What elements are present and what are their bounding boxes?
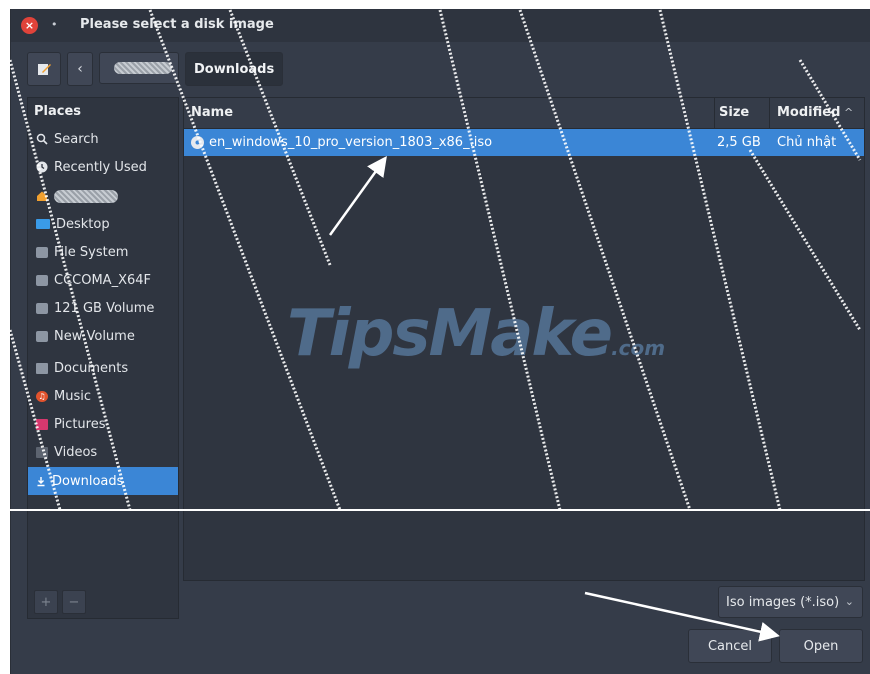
file-size: 2,5 GB bbox=[717, 135, 761, 150]
sidebar-bookmark-controls: + − bbox=[34, 590, 86, 614]
cancel-button[interactable]: Cancel bbox=[688, 629, 772, 663]
sidebar-item-label: 121 GB Volume bbox=[54, 300, 155, 316]
sidebar-item-label: Videos bbox=[54, 444, 98, 460]
file-name: en_windows_10_pro_version_1803_x86_.iso bbox=[209, 135, 493, 150]
sidebar-item-music[interactable]: ♫ Music bbox=[28, 382, 178, 410]
sidebar-item-cccoma[interactable]: CCCOMA_X64F bbox=[28, 266, 178, 294]
path-bar: ‹ Downloads bbox=[27, 52, 284, 86]
sidebar-item-file-system[interactable]: File System bbox=[28, 238, 178, 266]
watermark-text: TipsMake bbox=[287, 297, 613, 371]
drive-icon bbox=[36, 330, 48, 342]
file-type-filter[interactable]: Iso images (*.iso) ⌄ bbox=[718, 586, 863, 618]
open-button[interactable]: Open bbox=[779, 629, 863, 663]
sidebar-item-label: New Volume bbox=[54, 328, 135, 344]
recent-icon bbox=[36, 161, 48, 173]
sidebar-item-search[interactable]: Search bbox=[28, 125, 178, 153]
title-bar: × • Please select a disk image bbox=[11, 9, 870, 42]
pictures-icon bbox=[36, 418, 48, 430]
add-bookmark-button[interactable]: + bbox=[34, 590, 58, 614]
documents-icon bbox=[36, 362, 48, 374]
sidebar-item-label: Documents bbox=[54, 360, 129, 376]
watermark-suffix: .com bbox=[611, 336, 666, 360]
pin-icon[interactable]: • bbox=[51, 18, 58, 31]
sidebar-item-label: CCCOMA_X64F bbox=[54, 272, 151, 288]
places-header: Places bbox=[34, 104, 82, 119]
column-name-header[interactable]: Name bbox=[191, 105, 233, 120]
sidebar-item-label: Desktop bbox=[56, 216, 110, 232]
sidebar-item-downloads[interactable]: Downloads bbox=[28, 467, 178, 495]
watermark-logo: TipsMake.com bbox=[287, 297, 665, 371]
sidebar-item-recent[interactable]: Recently Used bbox=[28, 153, 178, 181]
download-icon bbox=[37, 477, 45, 487]
places-sidebar: Places Search Recently Used Desktop File… bbox=[27, 97, 179, 619]
close-icon[interactable]: × bbox=[21, 17, 38, 34]
edit-location-button[interactable] bbox=[27, 52, 61, 86]
column-modified-header[interactable]: Modified bbox=[777, 105, 840, 120]
sidebar-item-label: Search bbox=[54, 131, 99, 147]
sidebar-item-label: Downloads bbox=[52, 473, 124, 489]
sidebar-item-121gb-volume[interactable]: 121 GB Volume bbox=[28, 294, 178, 322]
redacted-username bbox=[114, 62, 172, 74]
sidebar-item-pictures[interactable]: Pictures bbox=[28, 410, 178, 438]
chevron-down-icon: ⌄ bbox=[844, 595, 854, 608]
sidebar-item-documents[interactable]: Documents bbox=[28, 354, 178, 382]
dialog-title: Please select a disk image bbox=[80, 17, 274, 32]
drive-icon bbox=[36, 274, 48, 286]
sidebar-item-videos[interactable]: Videos bbox=[28, 438, 178, 466]
drive-icon bbox=[36, 302, 48, 314]
drive-icon bbox=[36, 246, 48, 258]
table-row[interactable]: en_windows_10_pro_version_1803_x86_.iso … bbox=[184, 129, 864, 156]
remove-bookmark-button[interactable]: − bbox=[62, 590, 86, 614]
file-type-filter-value: Iso images (*.iso) bbox=[726, 594, 840, 610]
sidebar-item-desktop[interactable]: Desktop bbox=[28, 210, 178, 238]
file-list-header: Name Size Modified ^ bbox=[184, 98, 864, 129]
sidebar-item-label: File System bbox=[54, 244, 129, 260]
music-icon: ♫ bbox=[36, 390, 48, 402]
videos-icon bbox=[36, 446, 48, 458]
sort-ascending-icon: ^ bbox=[844, 106, 854, 119]
edit-icon bbox=[38, 64, 51, 75]
sidebar-item-label: Pictures bbox=[54, 416, 106, 432]
home-icon bbox=[37, 191, 47, 201]
sidebar-item-label: Recently Used bbox=[54, 159, 147, 175]
sidebar-item-new-volume[interactable]: New Volume bbox=[28, 322, 178, 350]
file-modified: Chủ nhật bbox=[777, 135, 837, 150]
desktop-folder-icon bbox=[36, 219, 50, 229]
column-size-header[interactable]: Size bbox=[719, 105, 749, 120]
path-home-button[interactable] bbox=[99, 52, 179, 84]
redacted-home-label bbox=[54, 189, 118, 203]
path-current-folder[interactable]: Downloads bbox=[185, 52, 284, 86]
search-icon bbox=[36, 133, 48, 145]
sidebar-item-label: Music bbox=[54, 388, 91, 404]
sidebar-item-home[interactable] bbox=[28, 182, 178, 210]
path-back-button[interactable]: ‹ bbox=[67, 52, 93, 86]
disc-image-icon bbox=[191, 136, 204, 149]
file-chooser-dialog: × • Please select a disk image ‹ Downloa… bbox=[10, 9, 870, 674]
